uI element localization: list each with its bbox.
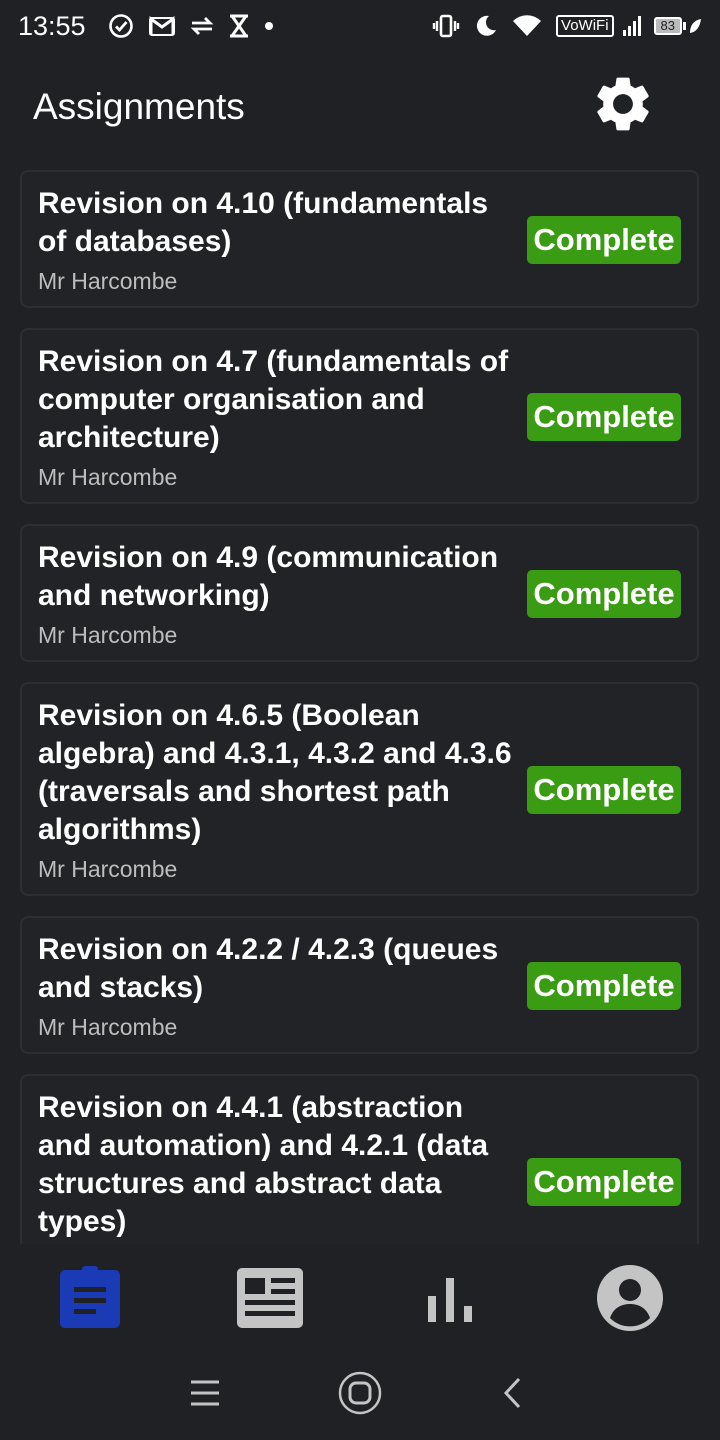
assignment-teacher: Mr Harcombe	[38, 464, 178, 490]
gmail-icon	[148, 15, 176, 37]
assignment-title: Revision on 4.2.2 / 4.2.3 (queues and st…	[38, 933, 499, 1004]
assignment-title: Revision on 4.9 (communication and netwo…	[38, 541, 499, 612]
assignment-title: Revision on 4.10 (fundamentals of databa…	[38, 187, 489, 258]
page-title: Assignments	[33, 86, 245, 127]
gear-icon	[597, 77, 649, 131]
assignment-icon	[60, 1266, 120, 1328]
status-badge: Complete	[527, 1158, 681, 1206]
status-badge: Complete	[527, 216, 681, 264]
assignment-teacher: Mr Harcombe	[38, 268, 178, 294]
status-badge: Complete	[527, 393, 681, 441]
assignment-card[interactable]: Revision on 4.10 (fundamentals of databa…	[20, 170, 699, 308]
assignment-card[interactable]: Revision on 4.4.1 (abstraction and autom…	[20, 1074, 699, 1244]
do-not-disturb-moon-icon	[474, 14, 498, 38]
status-badge: Complete	[527, 766, 681, 814]
assignment-title: Revision on 4.7 (fundamentals of compute…	[38, 345, 509, 454]
nav-assignments[interactable]	[54, 1262, 126, 1334]
dot-icon	[264, 21, 274, 31]
signal-icon	[622, 15, 644, 37]
status-badge: Complete	[527, 962, 681, 1010]
data-transfer-icon	[190, 15, 214, 37]
leaf-icon	[688, 17, 702, 35]
assignment-card[interactable]: Revision on 4.7 (fundamentals of compute…	[20, 328, 699, 504]
account-icon	[597, 1265, 663, 1331]
status-time: 13:55	[18, 10, 86, 41]
battery-tip	[683, 22, 686, 30]
wifi-icon	[512, 14, 542, 38]
bottom-nav	[0, 1244, 720, 1348]
assignment-list[interactable]: Revision on 4.10 (fundamentals of databa…	[0, 160, 720, 1244]
vowifi-label: VoWiFi	[556, 15, 614, 37]
home-icon	[338, 1371, 382, 1415]
battery-level: 83	[653, 17, 682, 35]
hourglass-icon	[228, 14, 250, 38]
status-badge: Complete	[527, 570, 681, 618]
nav-account[interactable]	[594, 1262, 666, 1334]
system-navigation-bar	[0, 1348, 720, 1440]
newspaper-icon	[237, 1268, 303, 1328]
home-button[interactable]	[335, 1368, 385, 1418]
back-button[interactable]	[488, 1368, 538, 1418]
status-bar: 13:55 VoWiFi 83	[0, 0, 720, 52]
assignment-title: Revision on 4.6.5 (Boolean algebra) and …	[38, 699, 512, 846]
assignment-card[interactable]: Revision on 4.2.2 / 4.2.3 (queues and st…	[20, 916, 699, 1054]
assignment-teacher: Mr Harcombe	[38, 1014, 178, 1040]
nav-stats[interactable]	[414, 1262, 486, 1334]
back-chevron-icon	[503, 1377, 521, 1409]
recent-apps-button[interactable]	[180, 1368, 230, 1418]
battery-indicator: 83	[653, 17, 686, 35]
assignment-card[interactable]: Revision on 4.9 (communication and netwo…	[20, 524, 699, 662]
assignment-card[interactable]: Revision on 4.6.5 (Boolean algebra) and …	[20, 682, 699, 896]
assignment-teacher: Mr Harcombe	[38, 856, 178, 882]
assignment-title: Revision on 4.4.1 (abstraction and autom…	[38, 1091, 489, 1238]
nav-news[interactable]	[234, 1262, 306, 1334]
settings-button[interactable]	[586, 67, 660, 141]
menu-lines-icon	[191, 1380, 219, 1406]
vibrate-icon	[432, 14, 460, 38]
check-circle-icon	[108, 13, 134, 39]
assignment-teacher: Mr Harcombe	[38, 622, 178, 648]
bar-chart-icon	[428, 1278, 472, 1322]
